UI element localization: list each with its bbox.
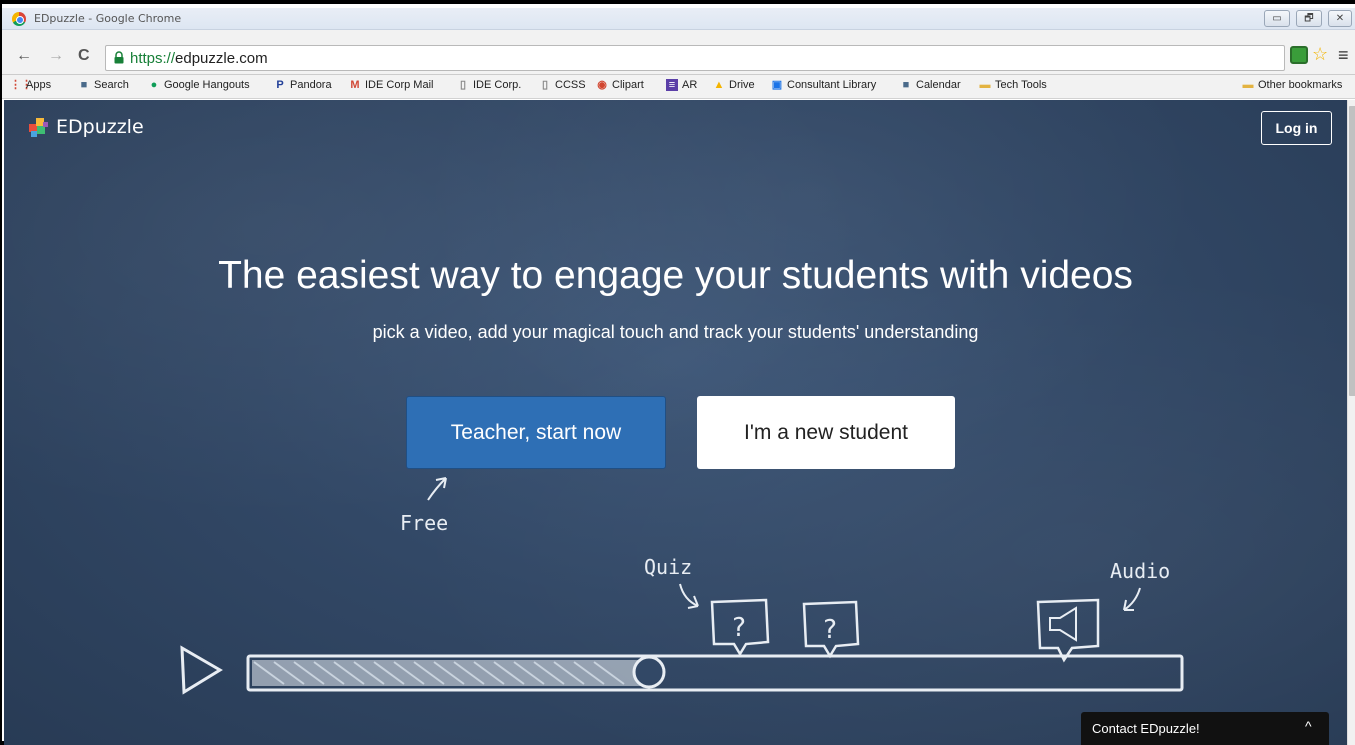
ide-logo-icon: ■ <box>902 79 910 91</box>
page-scrollbar[interactable] <box>1347 100 1355 745</box>
chevron-up-icon[interactable]: ^ <box>1305 718 1312 734</box>
pandora-icon: P <box>276 79 284 91</box>
apps-grid-icon: ⋮⋮ <box>10 79 32 91</box>
bookmark-ccss[interactable]: ▯ CCSS <box>539 79 586 91</box>
audio-arrow <box>1123 587 1141 611</box>
bookmark-drive[interactable]: ▲ Drive <box>713 79 755 91</box>
folder-icon: ▬ <box>1242 79 1254 91</box>
chalk-illustration: Free Quiz Audio ? ? <box>180 477 1184 695</box>
bookmark-consultant-library[interactable]: ▣ Consultant Library <box>771 79 876 91</box>
bookmark-ar[interactable]: ≡ AR <box>666 79 697 91</box>
drive-icon: ▲ <box>713 79 725 91</box>
url-scheme: https:// <box>130 50 176 67</box>
bookmark-search[interactable]: ■ Search <box>78 79 129 91</box>
list-icon: ≡ <box>666 79 678 91</box>
back-button[interactable]: ← <box>16 47 32 65</box>
clipart-icon: ◉ <box>597 79 607 91</box>
chalk-quiz-label: Quiz <box>644 555 692 579</box>
scrollbar-thumb[interactable] <box>1349 106 1355 396</box>
url-host: edpuzzle.com <box>175 50 268 67</box>
bookmark-star-icon[interactable]: ☆ <box>1312 44 1328 65</box>
quiz-bubble-icon: ? <box>710 598 770 657</box>
quiz-bubble-icon: ? <box>802 600 860 659</box>
address-bar[interactable]: https://edpuzzle.com <box>105 45 1285 71</box>
hangouts-icon: ● <box>150 79 158 91</box>
bookmark-pandora[interactable]: P Pandora <box>274 79 331 91</box>
bookmark-clipart[interactable]: ◉ Clipart <box>596 79 644 91</box>
url-text: https://edpuzzle.com <box>130 50 268 67</box>
chrome-logo-icon <box>12 12 26 26</box>
minimize-button[interactable]: ▭ <box>1264 10 1290 27</box>
chalk-free-label: Free <box>400 511 448 535</box>
contact-widget[interactable]: Contact EDpuzzle! ^ <box>1081 712 1329 745</box>
chalk-audio-label: Audio <box>1110 559 1170 583</box>
edpuzzle-landing: EDpuzzle Log in The easiest way to engag… <box>4 100 1347 745</box>
page-icon: ▯ <box>459 79 467 91</box>
close-button[interactable]: ✕ <box>1328 10 1352 27</box>
bookmark-google-hangouts[interactable]: ● Google Hangouts <box>148 79 250 91</box>
bookmark-tech-tools[interactable]: ▬ Tech Tools <box>979 79 1047 91</box>
contact-label: Contact EDpuzzle! <box>1092 721 1200 736</box>
svg-text:?: ? <box>731 613 747 643</box>
title-bar: EDpuzzle - Google Chrome ▭ 🗗 ✕ <box>2 8 1355 30</box>
ide-logo-icon: ■ <box>80 79 88 91</box>
bookmark-ide-corp[interactable]: ▯ IDE Corp. <box>457 79 521 91</box>
window-title: EDpuzzle - Google Chrome <box>34 12 182 25</box>
gmail-icon: M <box>350 79 360 91</box>
play-icon <box>180 645 223 695</box>
lock-icon <box>114 51 124 64</box>
extension-icon[interactable] <box>1290 46 1308 64</box>
audio-bubble-icon <box>1036 598 1100 663</box>
reload-button[interactable]: C <box>78 47 90 65</box>
calendar-box-icon: ▣ <box>771 79 783 91</box>
bookmark-calendar[interactable]: ■ Calendar <box>900 79 961 91</box>
bookmark-apps[interactable]: ⋮⋮ Apps <box>10 79 51 91</box>
quiz-arrow <box>679 583 699 609</box>
bookmark-ide-corp-mail[interactable]: M IDE Corp Mail <box>349 79 433 91</box>
chrome-menu-icon[interactable]: ≡ <box>1338 45 1349 66</box>
svg-text:?: ? <box>822 615 838 645</box>
chalk-progress-handle <box>632 655 666 689</box>
restore-button[interactable]: 🗗 <box>1296 10 1322 27</box>
browser-window: EDpuzzle - Google Chrome ▭ 🗗 ✕ ← → C htt… <box>0 0 1355 745</box>
folder-icon: ▬ <box>979 79 991 91</box>
other-bookmarks[interactable]: ▬ Other bookmarks <box>1242 79 1343 91</box>
page-icon: ▯ <box>541 79 549 91</box>
free-arrow <box>427 477 447 501</box>
forward-button[interactable]: → <box>48 47 64 65</box>
